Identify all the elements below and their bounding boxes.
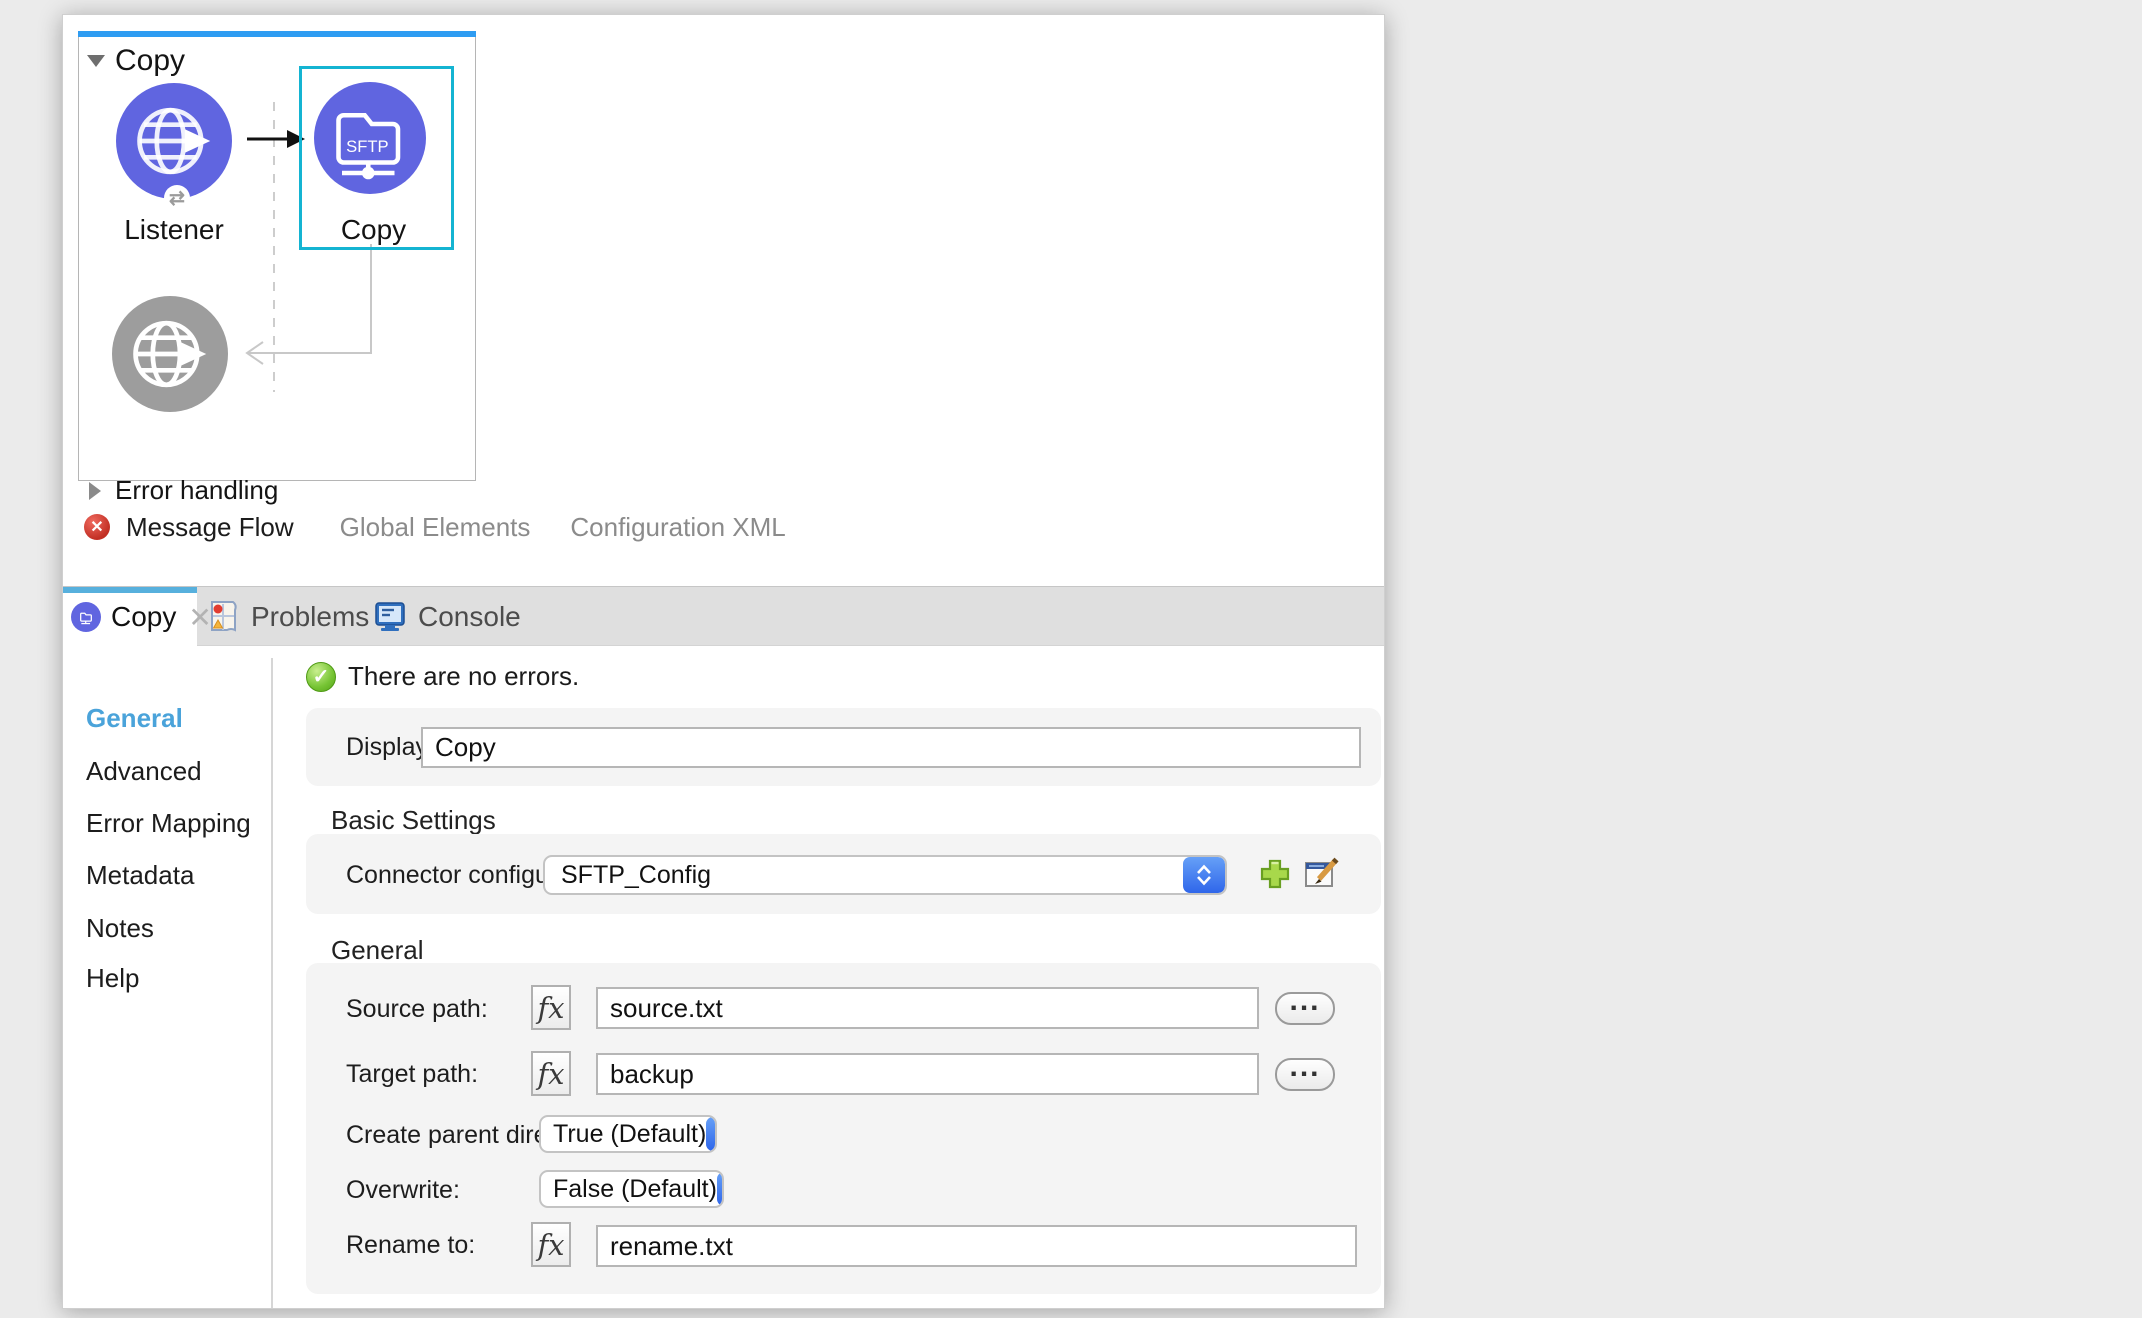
globe-arrow-icon (116, 83, 232, 199)
browse-button-target[interactable]: ... (1275, 1058, 1335, 1091)
sidebar-item-general[interactable]: General (86, 703, 183, 734)
sidebar-item-help[interactable]: Help (86, 963, 139, 994)
sftp-mini-icon (71, 602, 101, 632)
source-path-label: Source path: (346, 995, 488, 1024)
general-heading: General (331, 935, 424, 966)
error-listener-node[interactable] (112, 296, 228, 412)
no-errors-check-icon (306, 662, 336, 692)
expand-triangle-icon[interactable] (89, 482, 101, 500)
sidebar-item-advanced[interactable]: Advanced (86, 756, 202, 787)
editor-tabs: Message Flow Global Elements Configurati… (84, 513, 826, 541)
copy-node[interactable]: SFTP (314, 82, 426, 194)
tab-global-elements[interactable]: Global Elements (340, 512, 531, 543)
create-parent-select[interactable]: True (Default) (539, 1115, 717, 1153)
listener-node[interactable] (116, 83, 232, 199)
target-path-input[interactable] (596, 1053, 1259, 1095)
error-handling-label: Error handling (115, 475, 278, 506)
error-handling-section[interactable]: Error handling (89, 475, 278, 506)
updown-chevron-icon (717, 1172, 724, 1206)
updown-chevron-icon (706, 1117, 717, 1151)
tab-copy-label: Copy (111, 601, 176, 633)
close-error-icon[interactable] (84, 514, 110, 540)
tab-console-label: Console (418, 601, 521, 633)
fx-button-target[interactable]: fx (531, 1051, 571, 1096)
overwrite-select[interactable]: False (Default) (539, 1170, 724, 1208)
listener-node-label: Listener (99, 214, 249, 246)
tab-copy[interactable]: Copy (63, 587, 197, 647)
tab-console[interactable]: Console (374, 587, 574, 647)
problems-icon (209, 600, 239, 634)
overwrite-label: Overwrite: (346, 1176, 460, 1205)
status-row: There are no errors. (306, 661, 579, 692)
fx-button-rename[interactable]: fx (531, 1222, 571, 1267)
properties-sidebar-divider (271, 658, 273, 1308)
tab-problems-label: Problems (251, 601, 369, 633)
sidebar-item-error-mapping[interactable]: Error Mapping (86, 808, 251, 839)
edit-config-button[interactable] (1304, 856, 1340, 892)
status-text: There are no errors. (348, 661, 579, 692)
updown-chevron-icon (1183, 857, 1225, 893)
console-icon (374, 601, 406, 633)
copy-node-label: Copy (299, 214, 448, 246)
browse-button-source[interactable]: ... (1275, 992, 1335, 1025)
connector-config-select[interactable]: SFTP_Config (543, 855, 1227, 895)
sftp-badge-text: SFTP (346, 137, 388, 156)
basic-settings-heading: Basic Settings (331, 805, 496, 836)
flow-container[interactable]: Copy Listener (78, 31, 476, 481)
create-parent-value: True (Default) (541, 1120, 706, 1149)
rename-to-input[interactable] (596, 1225, 1357, 1267)
sidebar-item-metadata[interactable]: Metadata (86, 860, 194, 891)
overwrite-value: False (Default) (541, 1175, 717, 1204)
connector-config-value: SFTP_Config (545, 861, 1183, 890)
add-config-button[interactable] (1259, 858, 1291, 890)
tab-configuration-xml[interactable]: Configuration XML (570, 512, 785, 543)
swap-badge-icon (164, 185, 190, 211)
response-connector (249, 244, 371, 353)
fx-button-source[interactable]: fx (531, 985, 571, 1030)
rename-to-label: Rename to: (346, 1231, 475, 1260)
globe-arrow-gray-icon (112, 296, 228, 412)
sidebar-item-notes[interactable]: Notes (86, 913, 154, 944)
target-path-label: Target path: (346, 1060, 478, 1089)
sftp-folder-icon: SFTP (314, 82, 426, 194)
source-path-input[interactable] (596, 987, 1259, 1029)
tab-message-flow[interactable]: Message Flow (126, 512, 294, 543)
tab-accent-bar (63, 587, 197, 593)
view-tabbar: Copy Problems Console (63, 586, 1384, 646)
display-name-input[interactable] (421, 727, 1361, 768)
studio-window: Copy Listener (62, 14, 1385, 1309)
